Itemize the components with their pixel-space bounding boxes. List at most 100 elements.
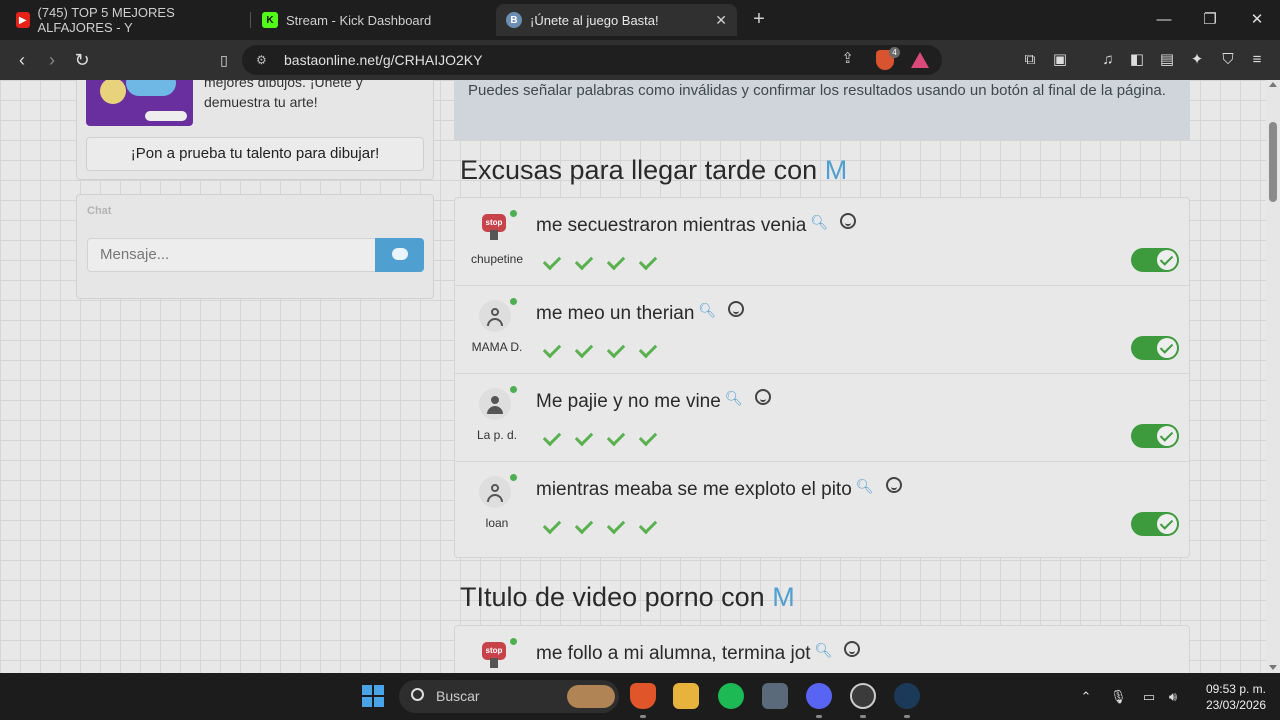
user-avatar [479, 300, 511, 332]
back-icon[interactable]: ‹ [10, 48, 34, 72]
check-icon [572, 250, 596, 274]
answer-row: stop chupetine me secuestraron mientras … [455, 198, 1189, 286]
tray-overflow-icon[interactable]: ⌃ [1078, 689, 1094, 705]
check-icon [604, 514, 628, 538]
valid-toggle[interactable] [1131, 424, 1179, 448]
url-text[interactable]: bastaonline.net/g/CRHAIJO2KY [284, 52, 482, 68]
chat-message-input[interactable]: Mensaje... [87, 238, 376, 272]
scroll-up-icon[interactable] [1269, 82, 1277, 87]
check-icon [540, 250, 564, 274]
restore-icon[interactable]: ❐ [1198, 8, 1222, 32]
answer-row: La p. d. Me pajie y no me vine 🔍︎ [455, 374, 1189, 462]
brave-rewards-icon[interactable] [911, 52, 929, 68]
emoji-react-icon[interactable] [728, 301, 745, 317]
answer-words: me secuestraron mientras venia [536, 215, 807, 236]
avatar-body [487, 318, 503, 326]
tab-kick[interactable]: K Stream - Kick Dashboard [252, 4, 492, 36]
tab-label: (745) TOP 5 MEJORES ALFAJORES - Y [37, 5, 175, 35]
tab-youtube[interactable]: ▶ (745) TOP 5 MEJORES ALFAJORES - Y [6, 4, 246, 36]
minimize-icon[interactable]: — [1152, 8, 1176, 32]
new-tab-button[interactable]: + [749, 8, 769, 32]
tab-label: ¡Únete al juego Basta! [530, 12, 659, 28]
category-letter: M [772, 582, 795, 612]
search-icon[interactable]: 🔍︎ [856, 478, 874, 494]
reader-icon[interactable]: ▣ [1049, 49, 1071, 71]
extensions-icon[interactable]: ⧉ [1019, 49, 1041, 71]
online-indicator [510, 210, 517, 217]
steam-icon[interactable] [894, 683, 920, 709]
leo-ai-icon[interactable]: ✦ [1186, 49, 1208, 71]
search-icon[interactable]: 🔍︎ [725, 390, 743, 406]
browser-toolbar: ‹ › ↻ ▯ ⚙ bastaonline.net/g/CRHAIJO2KY ⇪ [0, 40, 1280, 80]
emoji-react-icon[interactable] [754, 389, 771, 405]
answer-text: me follo a mi alumna, termina jot 🔍︎ [536, 641, 861, 665]
draw-challenge-button[interactable]: ¡Pon a prueba tu talento para dibujar! [86, 137, 424, 171]
network-icon[interactable]: ▭ [1141, 689, 1157, 705]
discord-icon[interactable] [806, 683, 832, 709]
site-info-icon[interactable]: ⚙ [256, 53, 270, 67]
check-icon [604, 426, 628, 450]
scrollbar-thumb[interactable] [1269, 122, 1277, 202]
page-scrollbar[interactable] [1266, 80, 1280, 673]
forward-icon[interactable]: › [40, 48, 64, 72]
chat-send-button[interactable] [375, 238, 424, 272]
check-icon [604, 338, 628, 362]
answer-row: loan mientras meaba se me exploto el pit… [455, 462, 1189, 550]
volume-icon[interactable]: 🔊︎ [1165, 689, 1181, 705]
emoji-react-icon[interactable] [885, 477, 902, 493]
player-name: La p. d. [476, 428, 518, 442]
vpn-icon[interactable]: ⛉ [1217, 49, 1239, 71]
online-indicator [510, 386, 517, 393]
microphone-icon[interactable]: 🎙︎ [1110, 689, 1127, 705]
file-explorer-icon[interactable] [673, 683, 699, 709]
promo-image[interactable] [86, 80, 193, 126]
online-indicator [510, 474, 517, 481]
taskbar-search[interactable]: Buscar [399, 680, 619, 713]
active-app-indicator [640, 715, 646, 718]
obs-icon[interactable] [850, 683, 876, 709]
reload-icon[interactable]: ↻ [70, 48, 94, 72]
player-name: MAMA D. [471, 340, 523, 354]
check-icon [636, 338, 660, 362]
windows-start-icon[interactable] [362, 685, 384, 707]
toggle-knob [1157, 338, 1177, 358]
brave-shield-count: 4 [889, 47, 900, 58]
bird-shape [100, 80, 126, 104]
search-icon[interactable]: 🔍︎ [810, 214, 828, 230]
valid-toggle[interactable] [1131, 336, 1179, 360]
bookmark-icon[interactable]: ▯ [212, 48, 236, 72]
valid-toggle[interactable] [1131, 512, 1179, 536]
online-indicator [510, 298, 517, 305]
answers-list: stop me follo a mi alumna, termina jot 🔍︎ [454, 625, 1190, 673]
promo-text: mejores dibujos. ¡Únete y demuestra tu a… [204, 80, 363, 110]
vote-checks [540, 426, 660, 450]
wallet-icon[interactable]: ▤ [1156, 49, 1178, 71]
tab-basta[interactable]: B ¡Únete al juego Basta! ✕ [496, 4, 737, 36]
emoji-react-icon[interactable] [844, 641, 861, 657]
search-icon[interactable]: 🔍︎ [815, 642, 833, 658]
avatar-head [491, 484, 499, 492]
check-icon [572, 338, 596, 362]
microsoft-store-icon[interactable] [762, 683, 788, 709]
stop-avatar: stop [479, 212, 511, 244]
active-app-indicator [816, 715, 822, 718]
taskbar-clock[interactable]: 09:53 p. m. 23/03/2026 [1196, 681, 1266, 713]
window-close-icon[interactable]: ✕ [1245, 8, 1269, 32]
emoji-react-icon[interactable] [840, 213, 857, 229]
answer-text: me meo un therian 🔍︎ [536, 301, 745, 325]
avatar-body [487, 494, 503, 502]
music-icon[interactable]: ♫ [1097, 49, 1119, 71]
sidebar-icon[interactable]: ◧ [1126, 49, 1148, 71]
spotify-icon[interactable] [718, 683, 744, 709]
valid-toggle[interactable] [1131, 248, 1179, 272]
search-icon[interactable]: 🔍︎ [698, 302, 716, 318]
check-icon [540, 514, 564, 538]
share-icon[interactable]: ⇪ [841, 49, 854, 67]
close-tab-icon[interactable]: ✕ [715, 12, 727, 29]
scroll-down-icon[interactable] [1269, 665, 1277, 670]
address-bar[interactable]: ⚙ bastaonline.net/g/CRHAIJO2KY ⇪ [242, 45, 942, 75]
stop-pin [490, 658, 498, 668]
chat-bubble-icon [392, 248, 408, 260]
brave-browser-icon[interactable] [630, 683, 656, 709]
menu-icon[interactable]: ≡ [1246, 49, 1268, 71]
